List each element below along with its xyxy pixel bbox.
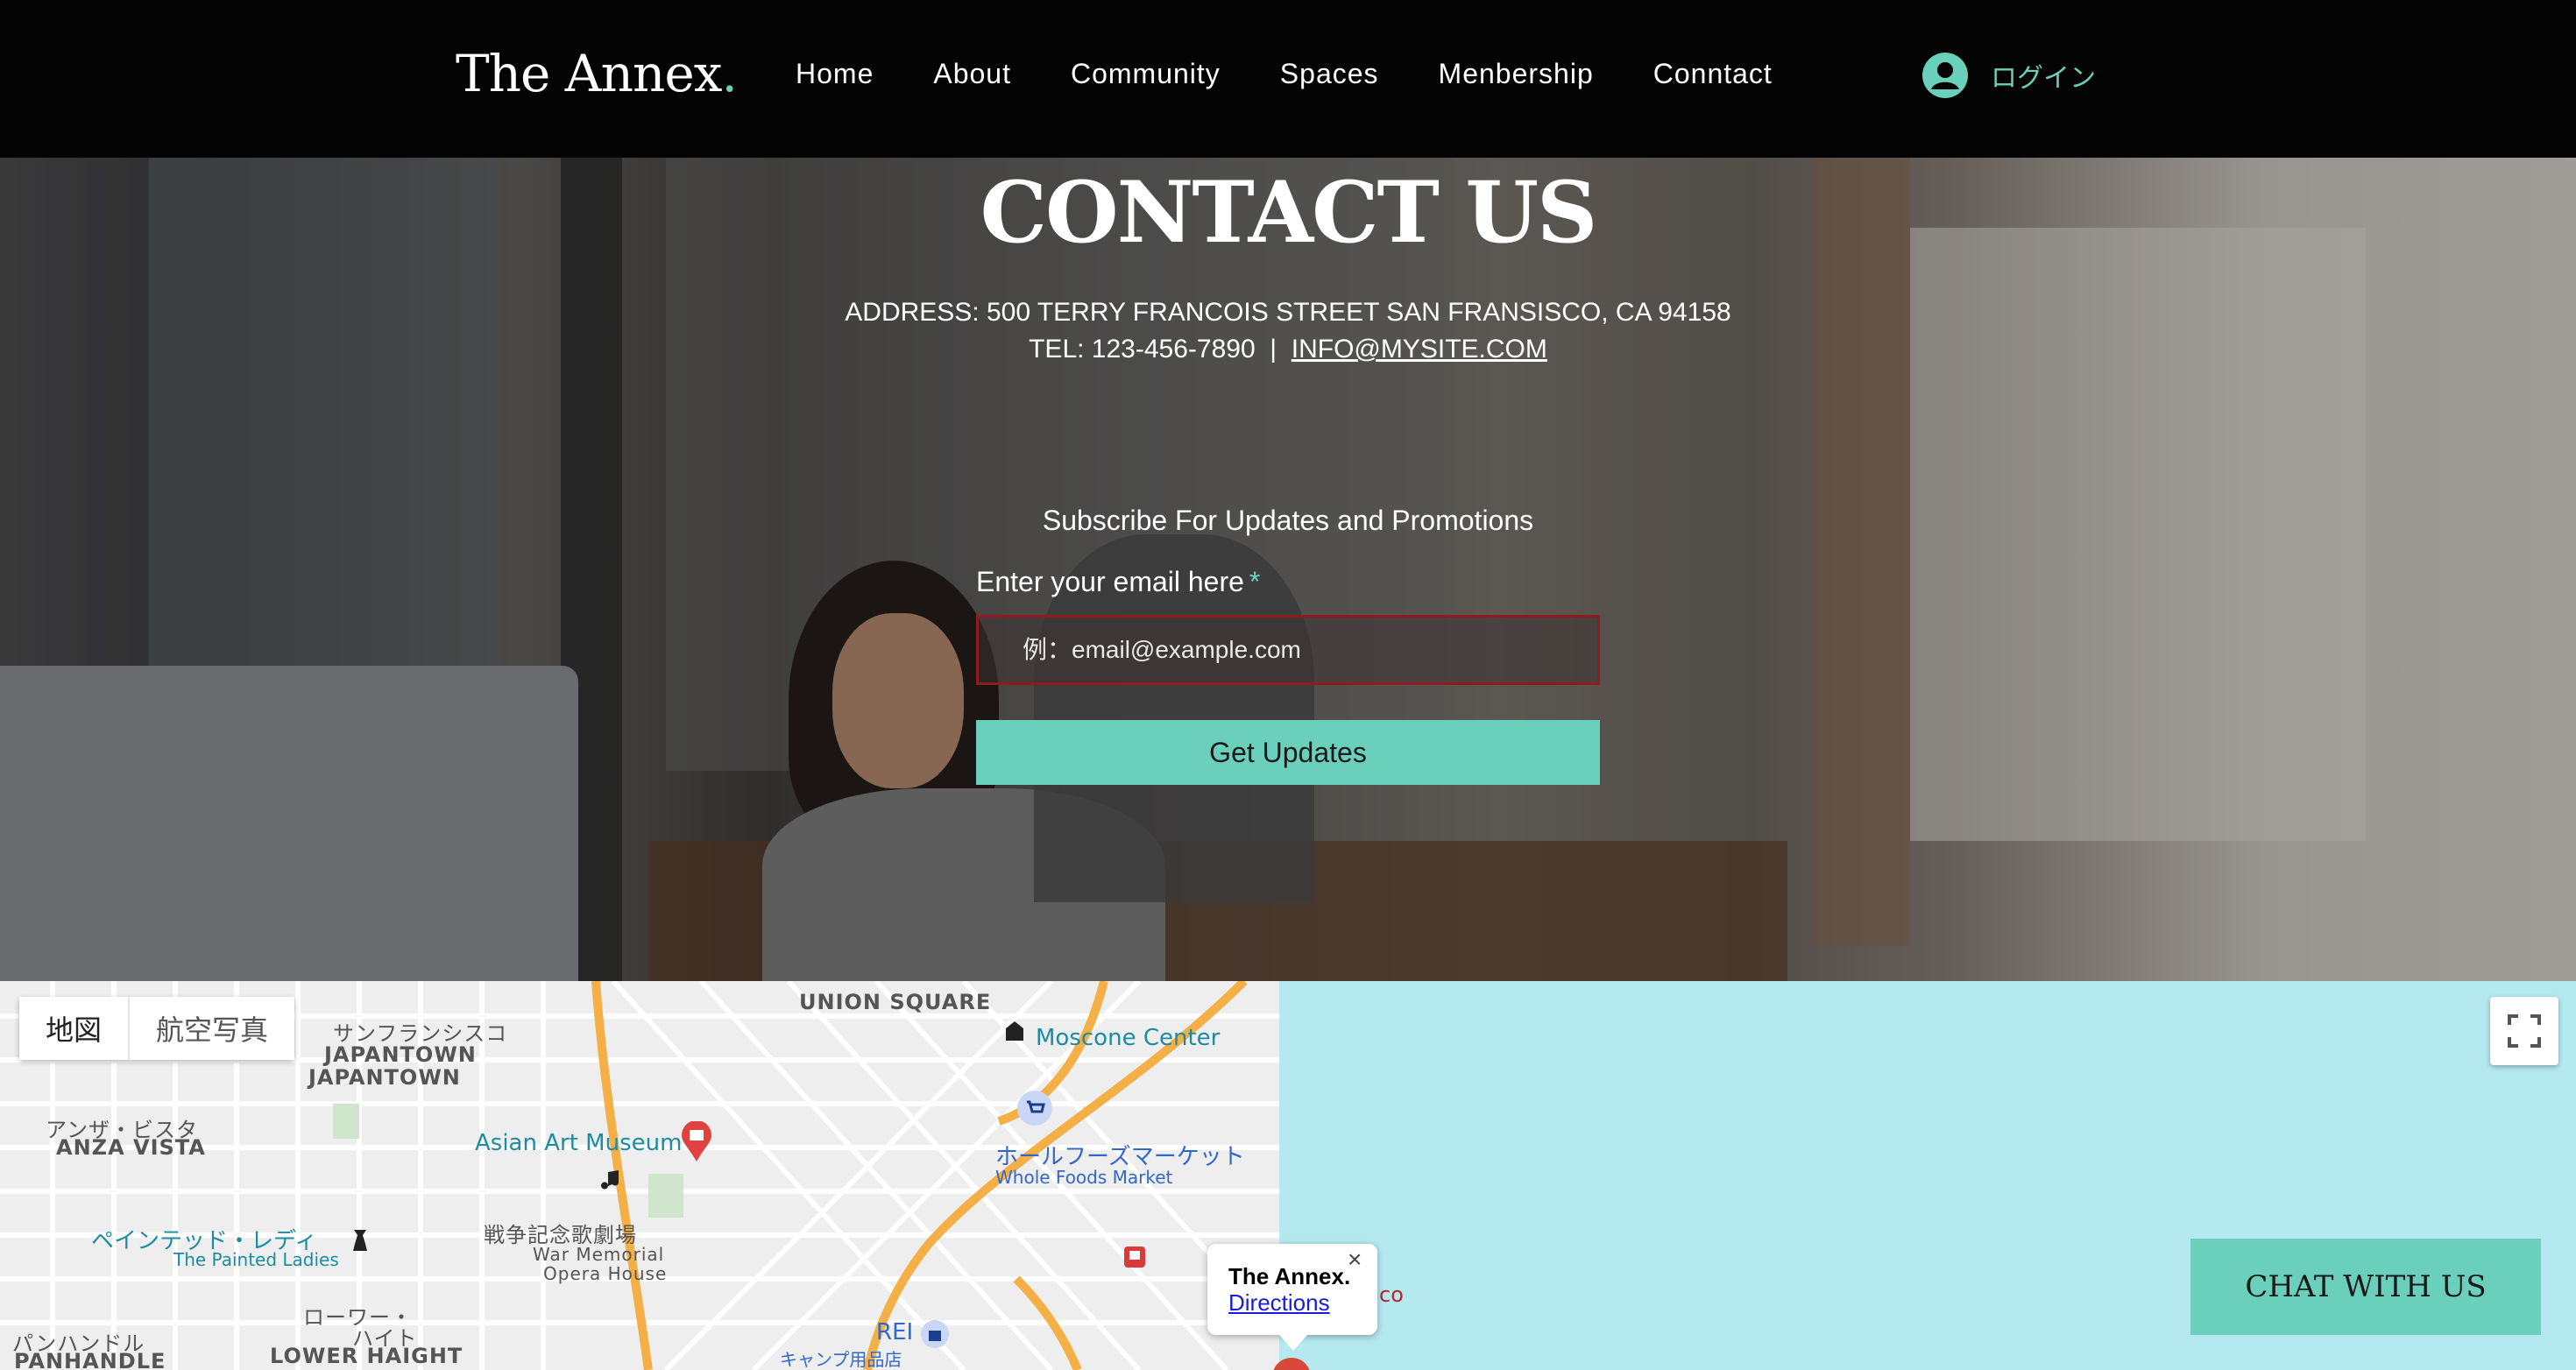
map-label: The Painted Ladies bbox=[173, 1249, 339, 1270]
map-label: War Memorial bbox=[533, 1244, 665, 1265]
map-label: Asian Art Museum bbox=[475, 1130, 683, 1156]
map-label: co bbox=[1379, 1282, 1404, 1307]
email-link[interactable]: INFO@MYSITE.COM bbox=[1292, 335, 1547, 364]
map-label: Whole Foods Market bbox=[995, 1167, 1173, 1188]
contact-separator: | bbox=[1270, 335, 1277, 364]
nav-contact[interactable]: Conntact bbox=[1653, 58, 1773, 90]
login-label: ログイン bbox=[1991, 63, 2096, 94]
nav-about[interactable]: About bbox=[933, 58, 1011, 90]
map-label: REI bbox=[876, 1319, 914, 1345]
museum-icon bbox=[682, 1121, 711, 1162]
close-icon[interactable]: × bbox=[1348, 1246, 1362, 1274]
location-map[interactable]: UNION SQUARE Moscone Center サンフランシスコ JAP… bbox=[0, 981, 2576, 1370]
fullscreen-button[interactable] bbox=[2490, 997, 2558, 1065]
map-label: UNION SQUARE bbox=[799, 990, 992, 1014]
map-label: JAPANTOWN bbox=[308, 1065, 461, 1090]
subscribe-heading: Subscribe For Updates and Promotions bbox=[1042, 505, 1534, 536]
info-window-title: The Annex. bbox=[1228, 1263, 1351, 1289]
required-mark: * bbox=[1249, 566, 1261, 597]
map-label: LOWER HAIGHT bbox=[270, 1344, 464, 1368]
directions-link[interactable]: Directions bbox=[1228, 1289, 1330, 1317]
map-label: PANHANDLE bbox=[14, 1349, 166, 1370]
logo-dot: . bbox=[721, 44, 737, 103]
nav-spaces[interactable]: Spaces bbox=[1280, 58, 1379, 90]
transit-icon bbox=[1124, 1246, 1145, 1268]
email-input[interactable] bbox=[976, 615, 1600, 685]
main-nav: Home About Community Spaces Menbership C… bbox=[796, 58, 1773, 90]
shopping-cart-icon bbox=[1017, 1091, 1052, 1126]
map-label: Opera House bbox=[543, 1263, 668, 1284]
site-logo[interactable]: The Annex. bbox=[456, 44, 738, 103]
map-type-control: 地図 航空写真 bbox=[19, 997, 295, 1060]
map-info-window: The Annex. Directions × bbox=[1207, 1244, 1377, 1351]
chess-icon bbox=[353, 1230, 367, 1251]
hero-overlay bbox=[0, 158, 2576, 981]
landmark-icon bbox=[1006, 1021, 1023, 1041]
nav-community[interactable]: Community bbox=[1071, 58, 1221, 90]
music-venue-icon bbox=[601, 1170, 619, 1190]
satellite-view-button[interactable]: 航空写真 bbox=[128, 997, 295, 1060]
map-label: JAPANTOWN bbox=[324, 1042, 477, 1067]
nav-membership[interactable]: Menbership bbox=[1439, 58, 1594, 90]
get-updates-button[interactable]: Get Updates bbox=[976, 720, 1600, 785]
map-view-button[interactable]: 地図 bbox=[19, 997, 129, 1060]
contact-line: TEL: 123-456-7890 | INFO@MYSITE.COM bbox=[0, 335, 2576, 364]
logo-text: The Annex bbox=[456, 44, 722, 103]
user-avatar-icon bbox=[1922, 53, 1968, 98]
map-label: Moscone Center bbox=[1036, 1025, 1221, 1051]
nav-home[interactable]: Home bbox=[796, 58, 874, 90]
phone-number: TEL: 123-456-7890 bbox=[1029, 335, 1256, 364]
map-label: キャンプ用品店 bbox=[780, 1349, 902, 1370]
map-label: ANZA VISTA bbox=[56, 1135, 206, 1160]
site-header: The Annex. Home About Community Spaces M… bbox=[0, 0, 2576, 158]
contact-hero: CONTACT US ADDRESS: 500 TERRY FRANCOIS S… bbox=[0, 158, 2576, 981]
shopping-bag-icon bbox=[921, 1320, 949, 1348]
chat-with-us-button[interactable]: CHAT WITH US bbox=[2190, 1239, 2541, 1335]
email-label-text: Enter your email here bbox=[976, 566, 1244, 597]
email-field-label: Enter your email here * bbox=[976, 566, 1260, 598]
address-line: ADDRESS: 500 TERRY FRANCOIS STREET SAN F… bbox=[845, 298, 1731, 327]
login-button[interactable]: ログイン bbox=[1922, 53, 2096, 98]
fullscreen-icon bbox=[2508, 1014, 2541, 1048]
page-title: CONTACT US bbox=[980, 163, 1598, 262]
